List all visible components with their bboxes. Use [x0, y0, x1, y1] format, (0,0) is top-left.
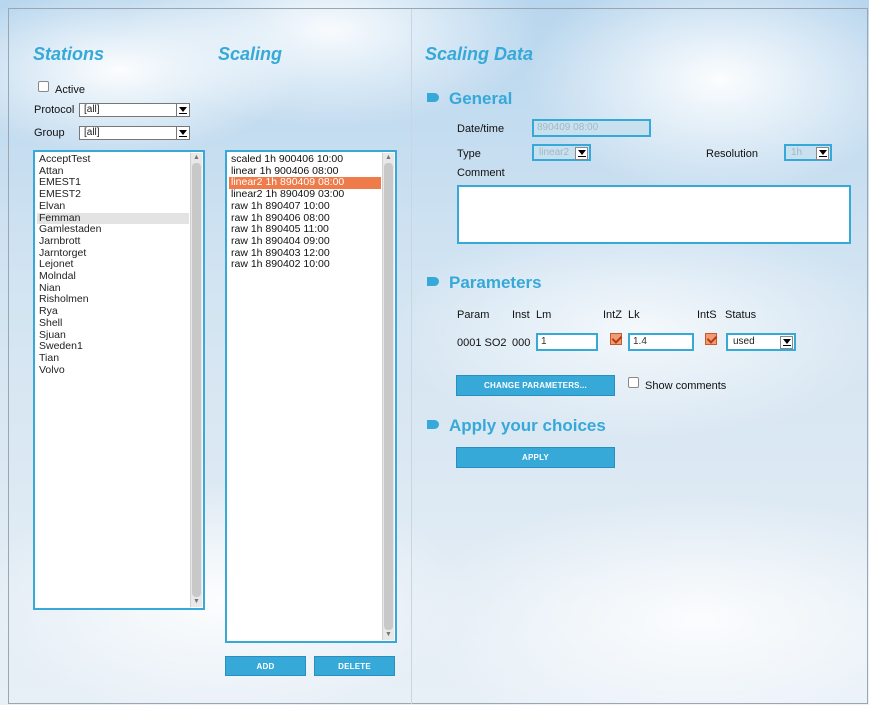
group-select-value: [all] [84, 127, 100, 138]
scaling-list-item[interactable]: raw 1h 890402 10:00 [229, 259, 381, 271]
status-col-header: Status [725, 309, 757, 321]
comment-textarea[interactable] [457, 185, 851, 244]
scroll-up-icon[interactable]: ▲ [192, 154, 201, 162]
group-select[interactable]: [all] [79, 126, 190, 140]
lm-input[interactable]: 1 [536, 333, 598, 351]
stations-items: AcceptTest Attan EMEST1 EMEST2 Elvan Femman Ga… [37, 153, 189, 377]
lk-col-header: Lk [628, 309, 640, 321]
active-label: Active [55, 84, 85, 96]
apply-button[interactable]: APPLY [456, 447, 615, 468]
comment-label: Comment [457, 167, 505, 179]
station-list-item[interactable]: Molndal [37, 270, 189, 283]
add-button[interactable]: ADD [225, 656, 306, 676]
parameters-heading: Parameters [427, 273, 542, 293]
param-col-header: Param [457, 309, 490, 321]
scaling-items: scaled 1h 900406 10:00 linear 1h 900406 0… [229, 153, 381, 271]
status-select-value: used [733, 336, 755, 347]
scroll-up-icon[interactable]: ▲ [384, 154, 393, 162]
column-divider [411, 9, 412, 704]
intz-checkbox[interactable] [610, 333, 622, 345]
scaling-list-item[interactable]: raw 1h 890407 10:00 [229, 200, 381, 213]
scroll-down-icon[interactable]: ▼ [384, 631, 393, 639]
ints-col-header: IntS [697, 309, 717, 321]
general-heading-text: General [449, 89, 513, 108]
station-list-item[interactable]: Shell [37, 317, 189, 330]
chevron-down-icon [176, 127, 189, 139]
station-list-item[interactable]: Jarnbrott [37, 235, 189, 248]
lm-col-header: Lm [536, 309, 552, 321]
active-checkbox[interactable] [38, 81, 49, 92]
protocol-select[interactable]: [all] [79, 103, 190, 117]
scroll-down-icon[interactable]: ▼ [192, 598, 201, 606]
inst-col-header: Inst [512, 309, 530, 321]
bullet-icon [427, 420, 439, 429]
type-select-value: linear2 [539, 147, 570, 158]
scaling-list-item[interactable]: raw 1h 890404 09:00 [229, 235, 381, 248]
bullet-icon [427, 277, 439, 286]
stations-title: Stations [33, 44, 105, 64]
stations-scrollbar[interactable]: ▲ ▼ [190, 153, 202, 607]
scaling-list[interactable]: scaled 1h 900406 10:00 linear 1h 900406 0… [225, 150, 397, 643]
chevron-down-icon [780, 336, 793, 349]
parameters-heading-text: Parameters [449, 273, 542, 292]
scaling-data-title: Scaling Data [425, 44, 534, 64]
resolution-select-value: 1h [791, 147, 803, 158]
group-label: Group [34, 127, 65, 139]
bullet-icon [427, 93, 439, 102]
protocol-select-value: [all] [84, 104, 100, 115]
resolution-select[interactable]: 1h [784, 144, 832, 161]
station-list-item[interactable]: Volvo [37, 364, 189, 377]
change-parameters-button[interactable]: CHANGE PARAMETERS... [456, 375, 615, 396]
lk-input[interactable]: 1.4 [628, 333, 694, 351]
show-comments-checkbox[interactable] [628, 377, 639, 388]
general-heading: General [427, 89, 512, 109]
param-value: 0001 SO2 [457, 337, 507, 349]
intz-col-header: IntZ [603, 309, 622, 321]
inst-value: 000 [512, 337, 531, 349]
station-list-item[interactable]: Risholmen [37, 294, 189, 306]
station-list-item[interactable]: Tian [37, 352, 189, 365]
station-list-item[interactable]: Elvan [37, 200, 189, 213]
stations-list[interactable]: AcceptTest Attan EMEST1 EMEST2 Elvan Femman Ga… [33, 150, 205, 610]
type-label: Type [457, 148, 481, 160]
scroll-thumb[interactable] [192, 163, 201, 597]
datetime-label: Date/time [457, 123, 505, 135]
scaling-scrollbar[interactable]: ▲ ▼ [382, 153, 394, 640]
resolution-label: Resolution [706, 148, 758, 160]
delete-button[interactable]: DELETE [314, 656, 395, 676]
scroll-thumb[interactable] [384, 163, 393, 630]
datetime-field[interactable]: 890409 08:00 [532, 119, 651, 137]
apply-heading-text: Apply your choices [449, 416, 606, 435]
chevron-down-icon [575, 147, 588, 160]
station-list-item[interactable]: AcceptTest [37, 153, 189, 166]
show-comments-label: Show comments [645, 380, 727, 392]
chevron-down-icon [176, 104, 189, 116]
status-select[interactable]: used [726, 333, 796, 351]
ints-checkbox[interactable] [705, 333, 717, 345]
protocol-label: Protocol [34, 104, 75, 116]
type-select[interactable]: linear2 [532, 144, 591, 161]
apply-heading: Apply your choices [427, 416, 606, 436]
scaling-title: Scaling [218, 44, 283, 64]
station-list-item[interactable]: Sweden1 [37, 341, 189, 353]
scaling-list-item[interactable]: scaled 1h 900406 10:00 [229, 153, 381, 166]
chevron-down-icon [816, 147, 829, 160]
